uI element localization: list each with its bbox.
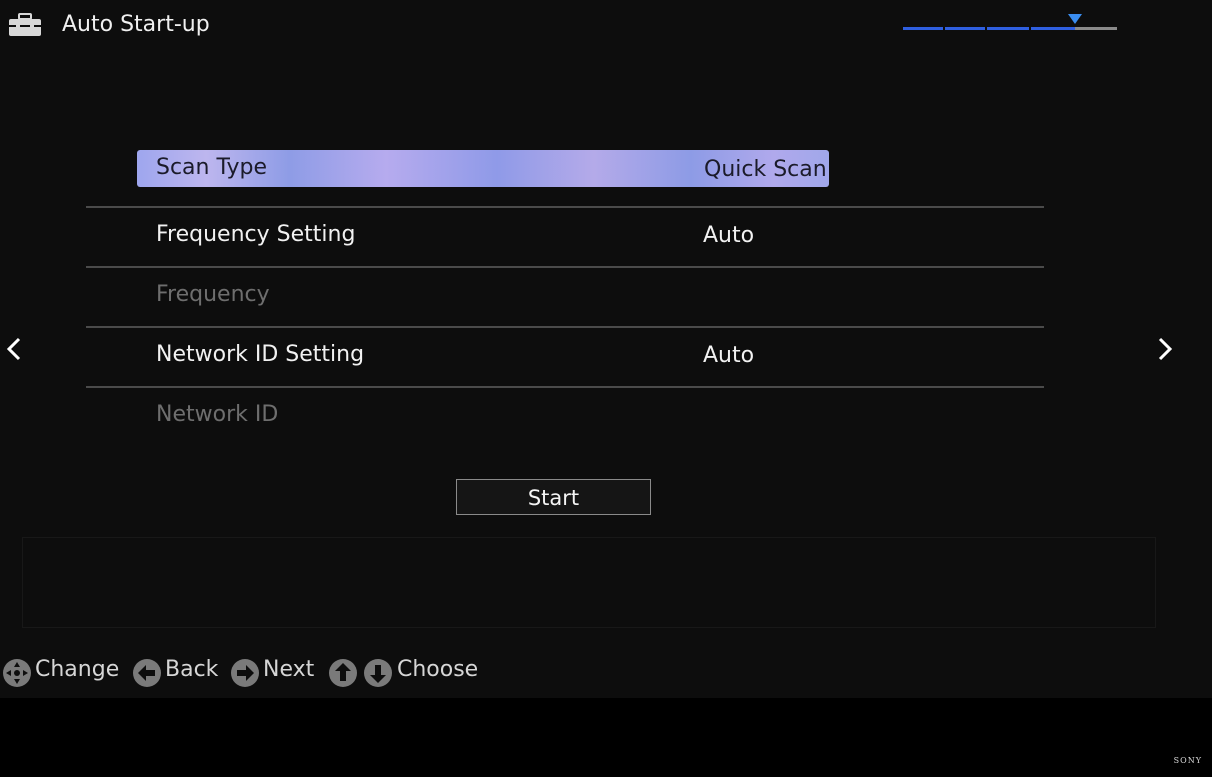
back-arrow-icon: [133, 659, 161, 687]
menu-item-label: Frequency: [156, 282, 270, 307]
dpad-icon: [3, 659, 31, 687]
menu-item-label: Network ID Setting: [156, 342, 365, 367]
progress-step: [987, 27, 1029, 30]
menu-item-value: Quick Scan: [704, 157, 827, 182]
menu-item-label: Frequency Setting: [156, 222, 356, 247]
menu-item-frequency: Frequency: [86, 268, 1044, 328]
toolbox-icon: [9, 13, 41, 36]
tv-screen: Auto Start-up Scan Type Quick Scan Frequ…: [0, 0, 1212, 698]
hint-label: Next: [263, 657, 315, 682]
progress-marker-icon: [1068, 14, 1082, 24]
progress-step: [1075, 27, 1117, 30]
next-arrow-icon: [231, 659, 259, 687]
menu-item-label: Scan Type: [156, 155, 268, 180]
menu-item-label: Network ID: [156, 402, 279, 427]
up-arrow-icon: [329, 659, 357, 687]
hint-label: Choose: [397, 657, 479, 682]
menu-item-network-id-setting[interactable]: Network ID Setting Auto: [86, 328, 1044, 388]
page-title: Auto Start-up: [62, 12, 210, 37]
hint-label: Change: [35, 657, 120, 682]
brand-logo: SONY: [1173, 756, 1202, 765]
menu-item-scan-type[interactable]: Scan Type Quick Scan: [86, 148, 1044, 208]
down-arrow-icon: [364, 659, 392, 687]
help-text-area: [22, 537, 1156, 628]
menu-item-value: Auto: [703, 223, 755, 248]
menu-item-frequency-setting[interactable]: Frequency Setting Auto: [86, 208, 1044, 268]
setup-progress-indicator: [903, 14, 1117, 32]
letterbox-bar: SONY: [0, 698, 1212, 777]
progress-step: [945, 27, 985, 30]
settings-menu: Scan Type Quick Scan Frequency Setting A…: [86, 148, 1044, 446]
start-button[interactable]: Start: [456, 479, 651, 515]
chevron-left-icon[interactable]: [4, 336, 24, 362]
menu-item-network-id: Network ID: [86, 388, 1044, 446]
hint-label: Back: [165, 657, 219, 682]
chevron-right-icon[interactable]: [1155, 336, 1175, 362]
progress-step: [903, 27, 943, 30]
progress-step: [1031, 27, 1075, 30]
menu-item-value: Auto: [703, 343, 755, 368]
